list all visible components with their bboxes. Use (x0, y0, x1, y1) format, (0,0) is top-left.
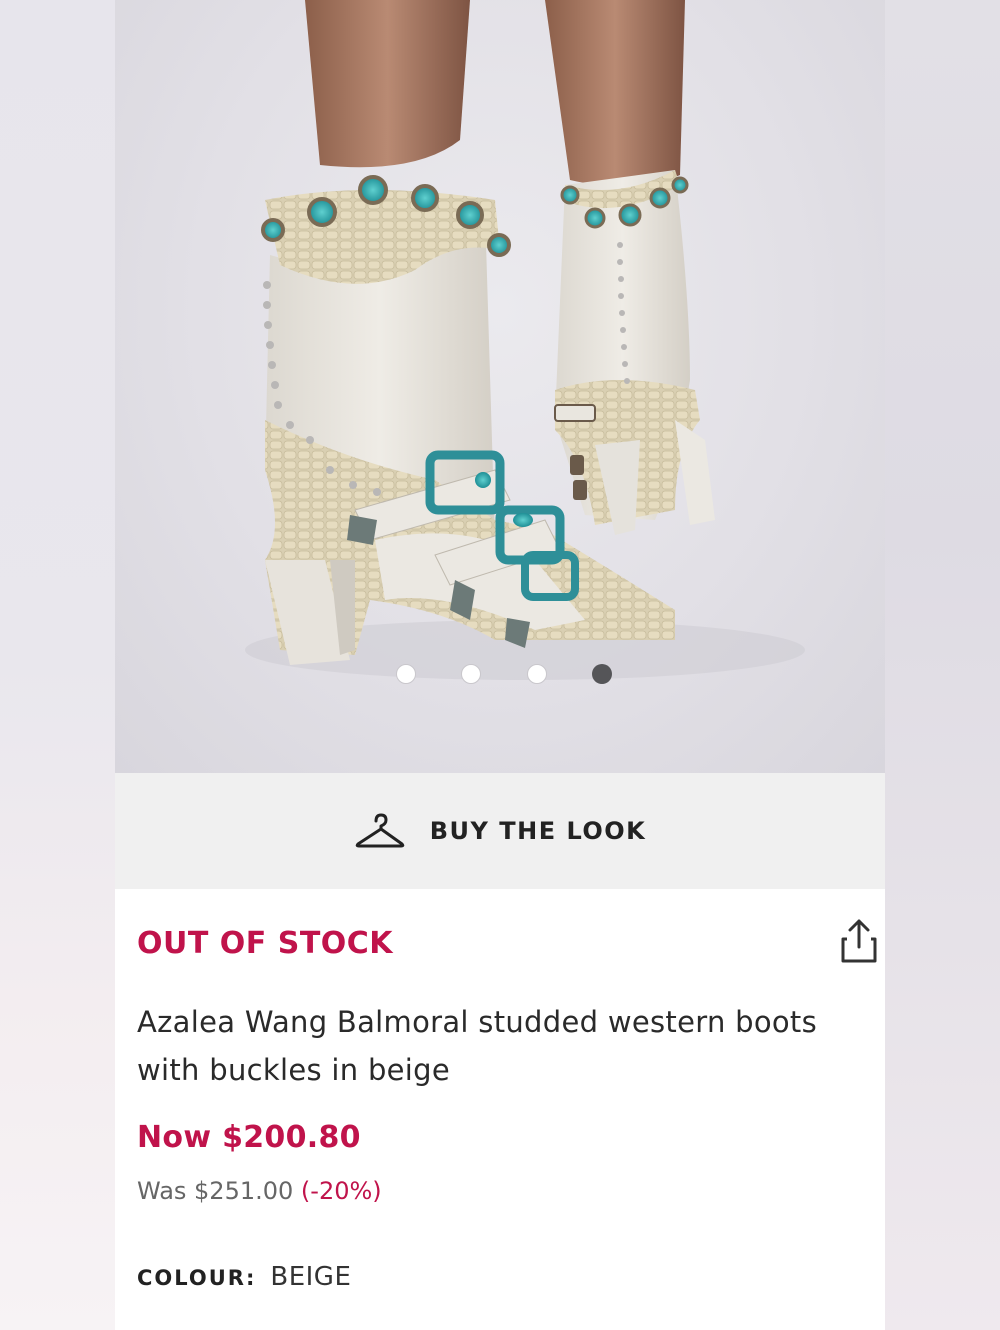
product-image[interactable] (115, 0, 885, 773)
now-price: Now $200.80 (137, 1120, 361, 1155)
carousel-dot-1[interactable] (396, 664, 416, 684)
carousel-dot-2[interactable] (461, 664, 481, 684)
carousel-dots (115, 664, 885, 688)
stock-status: OUT OF STOCK (137, 926, 394, 961)
colour-row: COLOUR: BEIGE (137, 1262, 351, 1292)
buy-the-look-bar: BUY THE LOOK (115, 773, 885, 889)
was-price: Was $251.00 (137, 1177, 294, 1205)
colour-value: BEIGE (270, 1262, 352, 1292)
buy-the-look-label: BUY THE LOOK (429, 817, 647, 845)
background-right (885, 0, 1000, 1330)
share-icon[interactable] (837, 917, 881, 965)
product-title: Azalea Wang Balmoral studded western boo… (137, 1005, 818, 1087)
boots-illustration (245, 0, 805, 680)
hanger-icon (354, 813, 406, 849)
was-price-line: Was $251.00 (-20%) (137, 1177, 382, 1205)
carousel-dot-3[interactable] (527, 664, 547, 684)
discount-percent: (-20%) (300, 1177, 382, 1205)
background-left (0, 0, 115, 1330)
product-card: BUY THE LOOK OUT OF STOCK Azalea Wang Ba… (115, 0, 885, 1330)
colour-label: COLOUR: (137, 1266, 257, 1290)
carousel-dot-4[interactable] (592, 664, 612, 684)
buy-the-look-button[interactable]: BUY THE LOOK (354, 813, 647, 849)
